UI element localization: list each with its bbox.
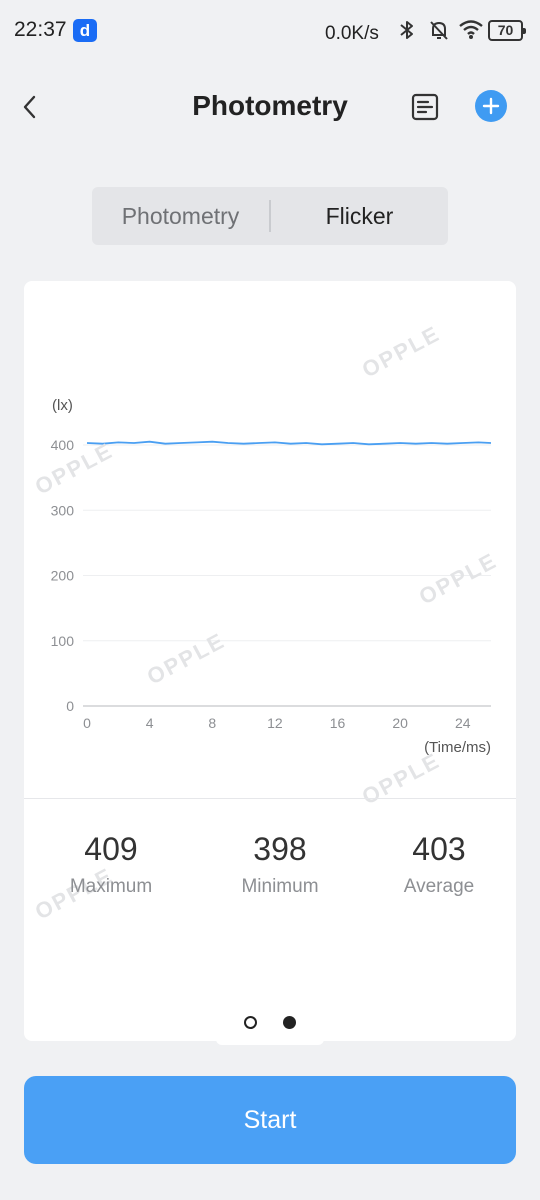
wifi-icon (459, 20, 483, 39)
x-tick-label: 16 (330, 715, 346, 731)
series-line (86, 440, 492, 446)
stats-divider (24, 798, 516, 799)
page-indicator (24, 1016, 516, 1030)
stat-value: 403 (412, 831, 466, 867)
stat-label: Minimum (241, 876, 319, 897)
y-tick-label: 0 (66, 698, 74, 714)
mode-tabs: Photometry Flicker (92, 187, 448, 245)
status-bar: 22:37 d 0.0K/s 70 (0, 0, 540, 60)
page-dot-2[interactable] (283, 1016, 296, 1029)
stat-label: Average (403, 876, 475, 897)
report-icon[interactable] (411, 92, 439, 122)
flicker-card: 0 100 200 300 400 0 4 8 12 16 20 24 (lx) (Time/ms) OP… (24, 281, 516, 1041)
tab-flicker[interactable]: Flicker (271, 203, 448, 230)
stat-label: Maximum (69, 876, 153, 897)
flicker-chart: 0 100 200 300 400 0 4 8 12 16 20 24 (lx) (Time/ms) (51, 397, 492, 756)
network-speed: 0.0K/s (325, 23, 379, 44)
x-tick-label: 20 (392, 715, 408, 731)
mute-bell-icon (430, 21, 448, 40)
x-axis-label: (Time/ms) (424, 739, 491, 756)
battery-icon: 70 (488, 20, 526, 41)
header: Photometry (0, 70, 540, 146)
card-tab (216, 1036, 324, 1045)
add-button[interactable] (475, 90, 507, 122)
status-time: 22:37 (14, 18, 67, 41)
x-tick-label: 24 (455, 715, 471, 731)
stat-minimum: 398 Minimum (200, 831, 360, 898)
x-tick-label: 0 (83, 715, 91, 731)
page-title: Photometry (192, 90, 348, 121)
bluetooth-icon (400, 21, 413, 39)
stat-maximum: 409 Maximum (31, 831, 191, 898)
stat-average: 403 Average (359, 831, 516, 898)
y-tick-label: 300 (51, 502, 75, 518)
tab-photometry[interactable]: Photometry (92, 203, 269, 230)
y-tick-label: 400 (51, 437, 75, 453)
app-notification-icon: d (73, 19, 97, 42)
y-axis-label: (lx) (52, 397, 73, 414)
page-dot-1[interactable] (244, 1016, 257, 1029)
y-tick-label: 200 (51, 568, 75, 584)
stat-value: 409 (84, 831, 138, 867)
y-tick-label: 100 (51, 633, 75, 649)
start-button[interactable]: Start (24, 1076, 516, 1164)
x-tick-label: 4 (146, 715, 154, 731)
x-tick-label: 8 (208, 715, 216, 731)
x-tick-label: 12 (267, 715, 283, 731)
stat-value: 398 (253, 831, 307, 867)
